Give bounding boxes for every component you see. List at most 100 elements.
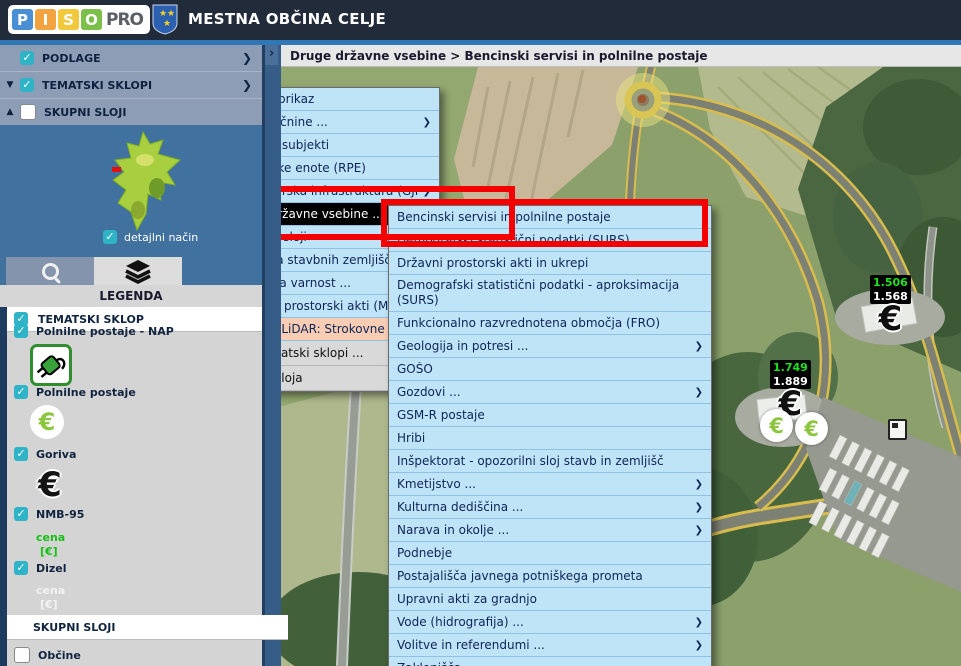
chevron-right-icon: ❯ xyxy=(423,186,431,197)
page-title: MESTNA OBČINA CELJE xyxy=(188,10,386,28)
piso-logo[interactable]: P I S O PRO xyxy=(8,5,150,34)
chevron-right-icon: ❯ xyxy=(695,525,703,536)
submenu-item-volitve[interactable]: Volitve in referendumi ...❯ xyxy=(389,634,711,657)
submenu-item-goso[interactable]: GOŠO xyxy=(389,358,711,381)
legend-title: LEGENDA xyxy=(0,285,262,308)
collapse-panel-button[interactable]: › xyxy=(265,45,278,65)
logo-letter: P xyxy=(12,9,33,30)
logo-letter: S xyxy=(58,9,79,30)
submenu-item-demografski-surs[interactable]: Demografski statistični podatki (SURS) xyxy=(389,229,711,252)
submenu-item-kulturna-dediscina[interactable]: Kulturna dediščina ...❯ xyxy=(389,496,711,519)
nmb95-unit-label: [€] xyxy=(40,545,58,558)
layers-icon xyxy=(124,258,152,284)
nmb95-checkbox[interactable]: ✓ xyxy=(14,507,28,521)
logo-letter: O xyxy=(81,9,102,30)
context-submenu-druge-drzavne: Bencinski servisi in polnilne postaje De… xyxy=(388,205,712,666)
tab-layers[interactable] xyxy=(94,257,182,285)
charging-station-icon: € xyxy=(30,405,64,439)
svg-text:★: ★ xyxy=(167,9,175,19)
chevron-right-icon: ❯ xyxy=(695,479,703,490)
tematski-checkbox[interactable]: ✓ xyxy=(20,78,34,92)
legend-panel: ✓ TEMATSKI SKLOP ✓ Polnilne postaje - NA… xyxy=(0,307,262,666)
submenu-item-bencinski-servisi[interactable]: Bencinski servisi in polnilne postaje xyxy=(389,206,711,229)
submenu-item-demografski-aproksimacija[interactable]: Demografski statistični podatki - aproks… xyxy=(389,275,711,312)
chevron-right-icon: ❯ xyxy=(695,640,703,651)
submenu-item-narava-okolje[interactable]: Narava in okolje ...❯ xyxy=(389,519,711,542)
sidebar-section-podlage[interactable]: ✓ PODLAGE ❯ xyxy=(0,45,262,72)
sidebar-section-skupni-sloji[interactable]: ▲ SKUPNI SLOJI xyxy=(0,99,262,126)
polnilne-checkbox[interactable]: ✓ xyxy=(14,385,28,399)
panel-splitter[interactable]: › xyxy=(262,45,281,666)
legend-group-skupni[interactable]: SKUPNI SLOJI xyxy=(7,615,288,640)
price-label-green: 1.749 xyxy=(770,360,811,375)
chevron-right-icon: ❯ xyxy=(695,341,703,352)
celje-coat-of-arms-icon: ★ ★ ★ xyxy=(152,4,178,35)
sidebar-section-tematski-sklopi[interactable]: ▼ ✓ TEMATSKI SKLOPI ❯ xyxy=(0,72,262,99)
legend-group-label: SKUPNI SLOJI xyxy=(33,621,115,634)
ev-plug-icon: € xyxy=(804,417,819,441)
legend-item-polnilne-nap[interactable]: ✓ Polnilne postaje - NAP xyxy=(14,324,174,338)
legend-item-label: NMB-95 xyxy=(36,508,84,521)
submenu-item-inspektorat[interactable]: Inšpektorat - opozorilni sloj stavb in z… xyxy=(389,450,711,473)
overview-location-marker xyxy=(112,167,121,172)
svg-text:★: ★ xyxy=(159,9,167,19)
submenu-item-geologija[interactable]: Geologija in potresi ...❯ xyxy=(389,335,711,358)
overview-map-panel[interactable]: ✓ detajlni način xyxy=(0,125,262,257)
search-icon xyxy=(42,263,59,280)
nap-plug-icon xyxy=(30,344,72,386)
ev-plug-icon: € xyxy=(769,414,784,438)
ev-plug-icon: € xyxy=(39,408,56,436)
detail-mode-label: detajlni način xyxy=(124,231,198,244)
legend-item-polnilne[interactable]: ✓ Polnilne postaje xyxy=(14,385,136,399)
header-accent-line xyxy=(0,40,961,45)
submenu-item-postajalisca[interactable]: Postajališča javnega potniškega prometa xyxy=(389,565,711,588)
price-label-green: 1.506 xyxy=(870,275,911,290)
detail-mode-checkbox[interactable]: ✓ xyxy=(103,230,117,244)
triangle-up-icon[interactable]: ▲ xyxy=(0,107,20,117)
podlage-checkbox[interactable]: ✓ xyxy=(20,51,34,65)
submenu-item-upravni-akti[interactable]: Upravni akti za gradnjo xyxy=(389,588,711,611)
dizel-checkbox[interactable]: ✓ xyxy=(14,561,28,575)
chevron-right-icon: ❯ xyxy=(423,117,431,128)
euro-symbol-icon: € xyxy=(879,302,903,336)
section-label: SKUPNI SLOJI xyxy=(44,106,262,119)
submenu-item-podnebje[interactable]: Podnebje xyxy=(389,542,711,565)
logo-pro-label: PRO xyxy=(106,10,143,30)
svg-text:★: ★ xyxy=(163,19,171,29)
submenu-item-fro[interactable]: Funkcionalno razvrednotena območja (FRO) xyxy=(389,312,711,335)
gas-pump-icon[interactable] xyxy=(888,419,907,440)
legend-item-label: Polnilne postaje xyxy=(36,386,136,399)
submenu-item-zaklonisca[interactable]: Zaklonišča xyxy=(389,657,711,666)
detail-mode-row[interactable]: ✓ detajlni način xyxy=(103,230,198,244)
submenu-item-hribi[interactable]: Hribi xyxy=(389,427,711,450)
app-window: 1.506 1.568 € 1.749 1.889 € € € Druge dr… xyxy=(0,0,961,666)
obcine-checkbox[interactable] xyxy=(14,647,30,663)
charging-station-marker[interactable]: € xyxy=(795,412,828,445)
legend-item-label: Dizel xyxy=(36,562,67,575)
legend-item-dizel[interactable]: ✓ Dizel xyxy=(14,561,67,575)
submenu-item-drzavni-akti[interactable]: Državni prostorski akti in ukrepi xyxy=(389,252,711,275)
submenu-item-gozdovi[interactable]: Gozdovi ...❯ xyxy=(389,381,711,404)
submenu-item-gsmr[interactable]: GSM-R postaje xyxy=(389,404,711,427)
chevron-right-icon: ❯ xyxy=(695,387,703,398)
legend-item-nmb95[interactable]: ✓ NMB-95 xyxy=(14,507,84,521)
submenu-item-kmetijstvo[interactable]: Kmetijstvo ...❯ xyxy=(389,473,711,496)
legend-item-goriva[interactable]: ✓ Goriva xyxy=(14,447,76,461)
tab-search[interactable] xyxy=(6,257,94,285)
polnilne-nap-checkbox[interactable]: ✓ xyxy=(14,324,28,338)
charging-station-marker[interactable]: € xyxy=(760,409,793,442)
goriva-checkbox[interactable]: ✓ xyxy=(14,447,28,461)
dizel-unit-label: [€] xyxy=(40,598,58,611)
fuel-price-marker[interactable]: 1.506 1.568 € xyxy=(870,275,911,336)
triangle-down-icon[interactable]: ▼ xyxy=(0,80,20,90)
chevron-right-icon[interactable]: ❯ xyxy=(242,78,252,92)
sidebar-tabs xyxy=(0,257,262,285)
submenu-item-vode[interactable]: Vode (hidrografija) ...❯ xyxy=(389,611,711,634)
section-label: TEMATSKI SKLOPI xyxy=(42,79,242,92)
dizel-cena-label: cena xyxy=(36,584,65,597)
legend-item-label: Občine xyxy=(38,649,81,662)
legend-item-obcine[interactable]: Občine xyxy=(14,647,81,663)
logo-letter: I xyxy=(35,9,56,30)
skupni-checkbox[interactable] xyxy=(20,104,36,120)
chevron-right-icon[interactable]: ❯ xyxy=(242,51,252,65)
